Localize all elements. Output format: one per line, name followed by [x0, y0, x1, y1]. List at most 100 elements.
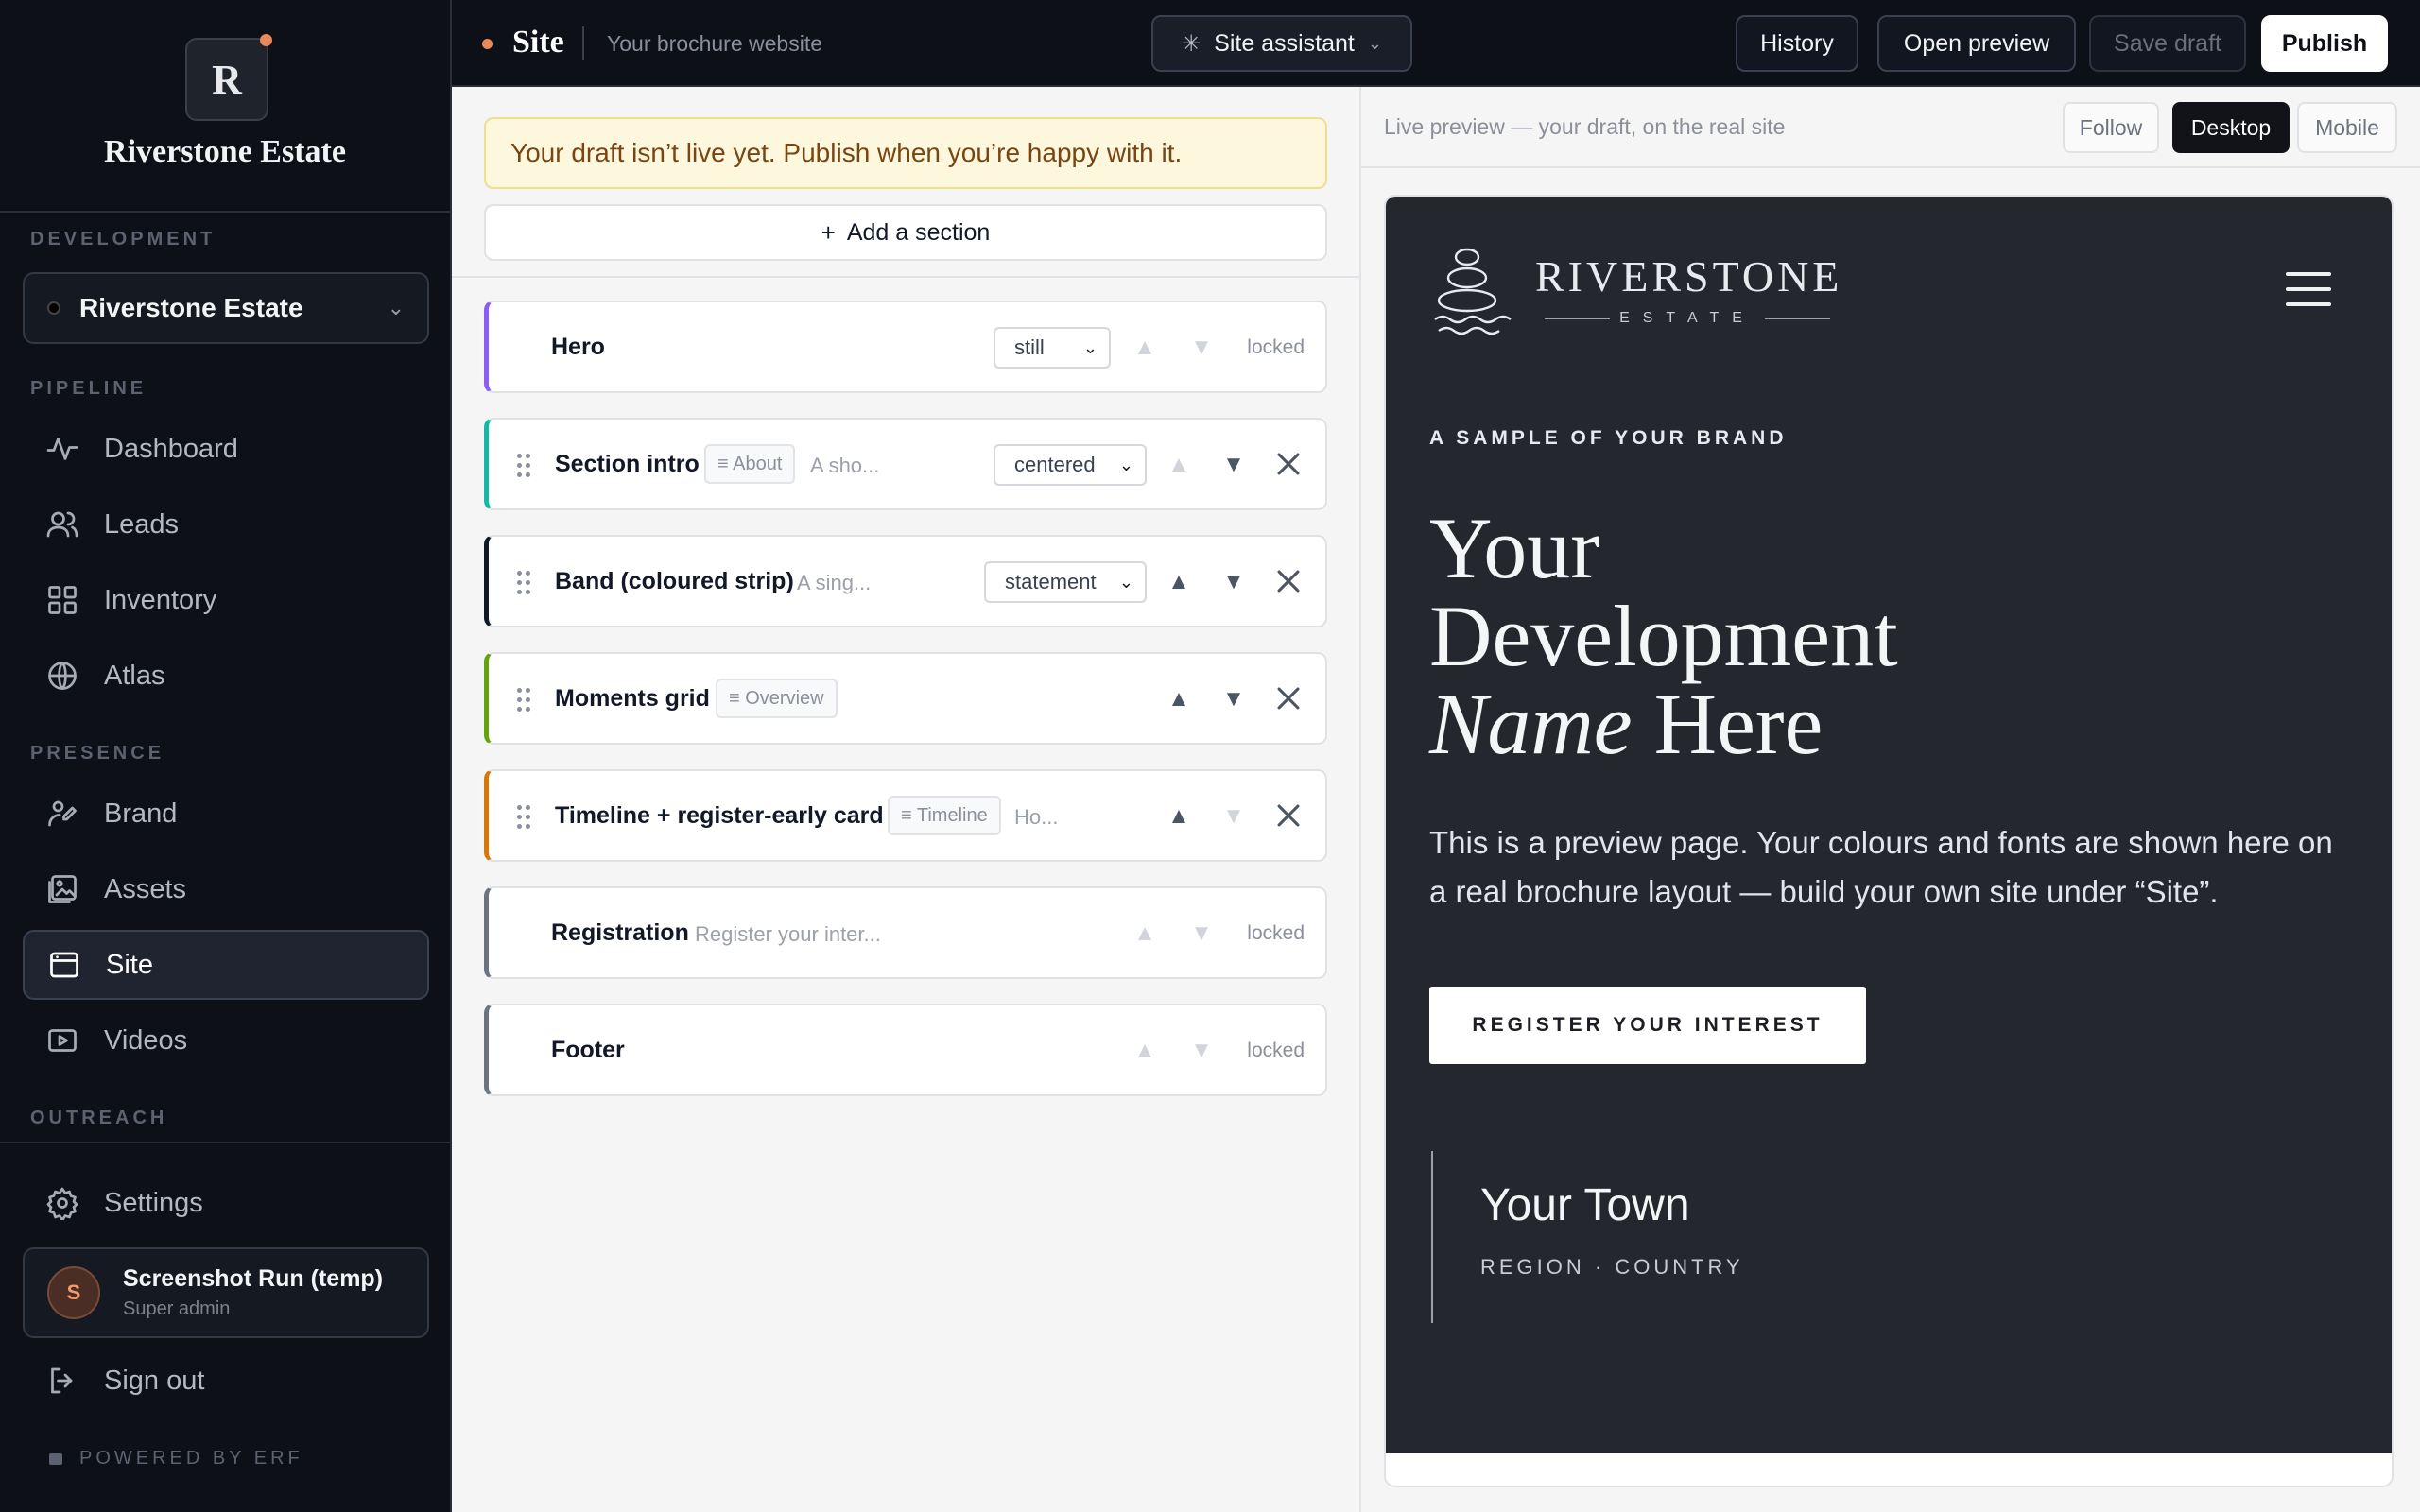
- brand-logo[interactable]: R: [185, 34, 272, 121]
- sidebar-item-label: Dashboard: [104, 433, 238, 464]
- sidebar-item-dashboard[interactable]: Dashboard: [23, 414, 429, 484]
- sign-out-icon: [51, 1367, 73, 1394]
- sidebar-item-label: Leads: [104, 508, 180, 540]
- page-subtitle: Your brochure website: [607, 31, 823, 56]
- move-down-icon: ▼: [1190, 1038, 1213, 1063]
- site-assistant-button[interactable]: ✳ Site assistant ⌄: [1151, 15, 1412, 72]
- locked-label: locked: [1247, 1040, 1305, 1061]
- section-snippet: A sho...: [810, 454, 880, 477]
- section-name: Footer: [551, 1037, 625, 1063]
- menu-icon[interactable]: [2286, 272, 2331, 306]
- editor-header: Your draft isn’t live yet. Publish when …: [452, 87, 1359, 278]
- sidebar-item-leads[interactable]: Leads: [23, 490, 429, 559]
- hero-title-line-2: Development: [1429, 588, 1898, 684]
- image-icon: [48, 875, 77, 903]
- desktop-toggle[interactable]: Desktop: [2172, 102, 2290, 153]
- sidebar-item-inventory[interactable]: Inventory: [23, 565, 429, 635]
- sidebar-item-label: Brand: [104, 798, 178, 829]
- move-down-icon: ▼: [1190, 920, 1213, 946]
- location-rule: [1431, 1151, 1433, 1323]
- sidebar-item-videos[interactable]: Videos: [23, 1005, 429, 1075]
- sidebar-item-label: Videos: [104, 1024, 188, 1056]
- sidebar-item-site[interactable]: Site: [23, 930, 429, 1000]
- erf-logo-icon: [49, 1452, 62, 1465]
- close-icon: [1277, 570, 1300, 593]
- sidebar-item-settings[interactable]: Settings: [23, 1168, 429, 1238]
- publish-button[interactable]: Publish: [2261, 15, 2388, 72]
- variant-value: statement: [1005, 570, 1097, 593]
- site-assistant-label: Site assistant: [1214, 29, 1355, 57]
- notification-dot: [260, 34, 272, 46]
- sparkle-icon: ✳: [1182, 30, 1201, 57]
- save-draft-button[interactable]: Save draft: [2089, 15, 2246, 72]
- user-card[interactable]: S Screenshot Run (temp) Super admin: [23, 1247, 429, 1338]
- sidebar-item-label: Settings: [104, 1187, 203, 1218]
- mobile-toggle[interactable]: Mobile: [2297, 102, 2397, 153]
- section-editor: Your draft isn’t live yet. Publish when …: [452, 87, 1361, 1512]
- site-hero: RIVERSTONE ESTATE A SAMPLE OF YOUR BRAND…: [1386, 197, 2392, 1453]
- history-button[interactable]: History: [1736, 15, 1858, 72]
- move-down-button[interactable]: ▼: [1220, 452, 1247, 478]
- move-down-icon: ▼: [1190, 335, 1213, 360]
- remove-section-button[interactable]: [1272, 448, 1305, 480]
- sign-out-label: Sign out: [104, 1365, 205, 1396]
- move-up-icon: ▲: [1133, 335, 1156, 360]
- move-up-button[interactable]: ▲: [1166, 803, 1192, 830]
- close-icon: [1277, 804, 1300, 827]
- drag-handle-icon[interactable]: [517, 688, 534, 713]
- palette-icon: [48, 800, 77, 827]
- section-card-footer[interactable]: Footer ▲ ▼ locked: [484, 1004, 1327, 1096]
- section-tag[interactable]: ≡ Timeline: [888, 796, 1001, 835]
- gear-icon: [46, 1187, 78, 1220]
- move-down-button[interactable]: ▼: [1220, 569, 1247, 595]
- sign-out-button[interactable]: Sign out: [23, 1346, 429, 1416]
- globe-icon: [48, 662, 77, 690]
- variant-value: still: [1014, 335, 1045, 359]
- drag-handle-icon[interactable]: [517, 454, 534, 478]
- remove-section-button[interactable]: [1272, 565, 1305, 597]
- section-card-timeline[interactable]: Timeline + register-early card ≡ Timelin…: [484, 769, 1327, 862]
- register-interest-button[interactable]: REGISTER YOUR INTEREST: [1429, 987, 1866, 1064]
- drag-handle-icon[interactable]: [517, 571, 534, 595]
- open-preview-button[interactable]: Open preview: [1877, 15, 2076, 72]
- section-card-registration[interactable]: Registration Register your inter... ▲ ▼ …: [484, 886, 1327, 979]
- variant-select[interactable]: centered ⌄: [994, 444, 1147, 486]
- drag-handle-icon[interactable]: [517, 805, 534, 830]
- sidebar-item-label: Atlas: [104, 660, 165, 691]
- powered-by: POWERED BY ERF: [49, 1448, 303, 1469]
- move-up-button[interactable]: ▲: [1166, 569, 1192, 595]
- remove-section-button[interactable]: [1272, 799, 1305, 832]
- unsaved-dot: [482, 39, 493, 49]
- move-down-button[interactable]: ▼: [1220, 686, 1247, 713]
- move-up-button[interactable]: ▲: [1166, 686, 1192, 713]
- chevron-down-icon: ⌄: [1118, 455, 1133, 474]
- section-card-hero[interactable]: Hero still ⌄ ▲ ▼ locked: [484, 301, 1327, 393]
- move-down-button[interactable]: ▼: [1220, 803, 1247, 830]
- sidebar-item-assets[interactable]: Assets: [23, 854, 429, 924]
- site-logo-sub: ESTATE: [1535, 310, 1840, 327]
- section-card-section-intro[interactable]: Section intro ≡ About A sho... centered …: [484, 418, 1327, 510]
- section-card-band[interactable]: Band (coloured strip) A sing... statemen…: [484, 535, 1327, 627]
- remove-section-button[interactable]: [1272, 682, 1305, 714]
- variant-select[interactable]: still ⌄: [994, 327, 1111, 369]
- development-select[interactable]: Riverstone Estate ⌄: [23, 272, 429, 344]
- section-card-moments-grid[interactable]: Moments grid ≡ Overview ▲ ▼: [484, 652, 1327, 745]
- sidebar-item-brand[interactable]: Brand: [23, 779, 429, 849]
- hero-eyebrow: A SAMPLE OF YOUR BRAND: [1429, 427, 1788, 449]
- sidebar: R Riverstone Estate DEVELOPMENT Riversto…: [0, 0, 452, 1512]
- video-icon: [48, 1029, 77, 1052]
- chevron-down-icon: ⌄: [1118, 572, 1133, 592]
- section-tag[interactable]: ≡ Overview: [716, 679, 838, 718]
- brand-block: R Riverstone Estate: [0, 0, 450, 213]
- activity-icon: [46, 438, 78, 460]
- section-snippet: A sing...: [797, 571, 872, 594]
- town-name: Your Town: [1480, 1180, 1690, 1230]
- variant-select[interactable]: statement ⌄: [984, 561, 1147, 603]
- sidebar-item-atlas[interactable]: Atlas: [23, 641, 429, 711]
- move-up-button[interactable]: ▲: [1166, 452, 1192, 478]
- section-tag[interactable]: ≡ About: [704, 444, 796, 484]
- add-section-button[interactable]: + Add a section: [484, 204, 1327, 261]
- follow-toggle[interactable]: Follow: [2063, 102, 2159, 153]
- preview-panel: Live preview — your draft, on the real s…: [1361, 87, 2420, 1512]
- hero-title-end: Here: [1653, 676, 1824, 772]
